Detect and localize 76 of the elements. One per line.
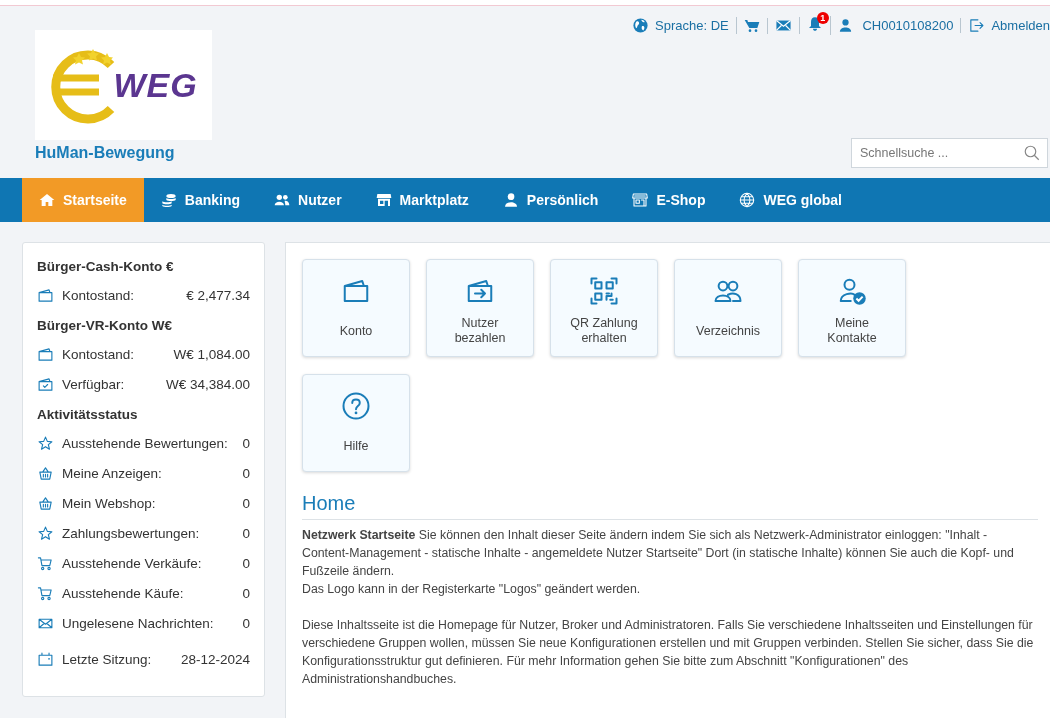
qr-code-icon (589, 276, 619, 306)
star-icon (37, 434, 54, 452)
row-label: Ungelesene Nachrichten: (62, 615, 215, 631)
cart-icon (37, 584, 54, 602)
wallet-icon (37, 345, 54, 363)
nav-tab[interactable]: Marktplatz (358, 178, 486, 222)
row-value: 28-12-2024 (180, 651, 250, 667)
nav-tab[interactable]: E-Shop (615, 178, 723, 222)
notifications-button[interactable]: 1 (799, 16, 831, 35)
user-account-link[interactable]: CH0010108200 (830, 18, 962, 33)
shortcut-tile[interactable]: Meine Kontakte (798, 259, 906, 357)
basket-icon (37, 464, 54, 482)
body-text: Netzwerk Startseite Sie können den Inhalt dieser Seite ändern indem Sie sich als Netzwerk-Administrator einloggen: "Inhalt - Content-Management - statische Inhalte - angemeldete Nutzer Startseite" Dort (in statische Inhalte) können Sie auch die Kopf- und Fußzeile ändern. (302, 527, 1015, 580)
row-label: Letzte Sitzung: (62, 651, 153, 667)
logo-text: WEG (113, 65, 198, 105)
shortcut-tile[interactable]: Nutzer bezahlen (426, 259, 534, 357)
wallet-icon (37, 286, 54, 304)
search-field[interactable]: Schnellsuche ... (851, 138, 1048, 168)
nav-tab[interactable]: WEG global (722, 178, 859, 222)
row-label: Ausstehende Käufe: (62, 585, 185, 601)
search-icon (1023, 144, 1041, 162)
shortcut-tile[interactable]: Hilfe (302, 374, 410, 472)
globe-icon (632, 17, 650, 34)
notification-badge: 1 (816, 12, 829, 24)
user-icon (502, 192, 519, 208)
row-value: 0 (242, 435, 250, 451)
section-title: Bürger-VR-Konto W€ (37, 318, 173, 333)
coins-icon (160, 192, 177, 208)
nav-tab[interactable]: Banking (143, 178, 258, 222)
users-icon (274, 192, 291, 208)
row-label: Kontostand: (62, 346, 136, 362)
nav-tab[interactable]: Persönlich (485, 178, 616, 222)
row-label: Meine Anzeigen: (62, 465, 163, 481)
shortcut-tile[interactable]: QR Zahlung erhalten (550, 259, 658, 357)
body-text: Diese Inhaltsseite ist die Homepage für Nutzer, Broker und Administratoren. Falls Sie verschiedene Inhaltsseiten und Einstellungen für verschiedene Gruppen wollen, müssen Sie neue Konfigurationen erstellen und mit Gruppen verbinden. Stellen Sie sicher, dass Sie die Konfigurationsstruktur gut definieren. Für mehr Information gehen Sie bitte zum Abschnitt "Konfigurationen" des Administrationshandbuches. (302, 617, 1035, 688)
nav-tab[interactable]: Nutzer (257, 178, 359, 222)
search-input[interactable]: Schnellsuche ... (852, 139, 1023, 167)
logout-icon (968, 17, 986, 34)
logout-link[interactable]: Abmelden (961, 17, 1050, 34)
cart-icon (743, 17, 760, 34)
row-label: Verfügbar: (62, 376, 126, 392)
row-value: € 2,477.34 (186, 287, 250, 303)
row-value: W€ 34,384.00 (165, 376, 250, 392)
section-title: Aktivitätsstatus (37, 407, 139, 422)
basket-icon (37, 494, 54, 512)
shop-icon (632, 192, 649, 208)
envelope-icon (774, 17, 792, 34)
page-heading: Home (302, 492, 1038, 520)
shortcut-tile[interactable]: Verzeichnis (674, 259, 782, 357)
language-selector[interactable]: Sprache: DE (625, 17, 737, 34)
row-value: 0 (242, 615, 250, 631)
globe-icon (739, 192, 756, 208)
help-icon (341, 391, 371, 421)
row-value: 0 (242, 585, 250, 601)
cart-icon (37, 554, 54, 572)
row-label: Mein Webshop: (62, 495, 157, 511)
section-title: Bürger-Cash-Konto € (37, 259, 175, 274)
site-name: HuMan-Bewegung (35, 144, 176, 162)
row-label: Ausstehende Verkäufe: (62, 555, 203, 571)
row-value: 0 (242, 465, 250, 481)
wallet-check-icon (37, 375, 54, 393)
shortcut-tile[interactable]: Konto (302, 259, 410, 357)
home-icon (39, 192, 55, 208)
star-icon (37, 524, 54, 542)
row-value: 0 (242, 495, 250, 511)
user-check-icon (837, 276, 867, 306)
row-label: Ausstehende Bewertungen: (62, 435, 229, 451)
store-icon (375, 192, 392, 208)
body-text: Das Logo kann in der Registerkarte "Logos" geändert werden. (302, 581, 642, 598)
calendar-icon (37, 650, 54, 668)
user-icon (837, 18, 853, 33)
row-label: Zahlungsbewertungen: (62, 525, 201, 541)
row-value: 0 (242, 525, 250, 541)
row-value: W€ 1,084.00 (173, 346, 250, 362)
row-label: Kontostand: (62, 287, 136, 303)
row-value: 0 (242, 555, 250, 571)
